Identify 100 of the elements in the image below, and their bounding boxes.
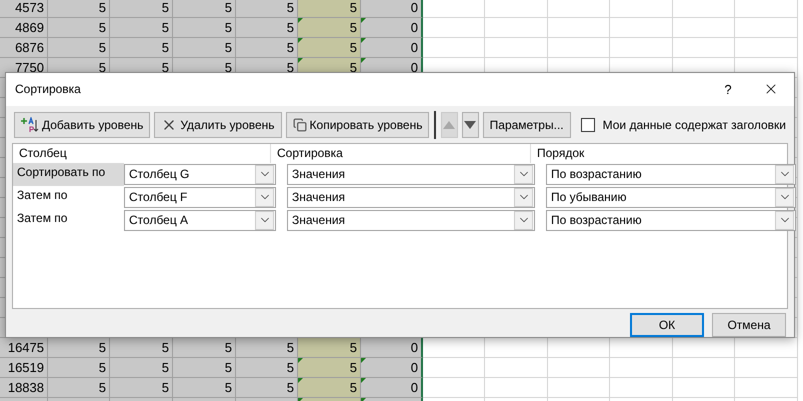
sort-add-icon (21, 116, 39, 133)
table-cell (673, 378, 735, 398)
table-cell (485, 338, 548, 358)
error-triangle-icon (361, 38, 366, 43)
table-cell: 5 (48, 358, 110, 378)
table-cell (610, 18, 673, 38)
table-cell (673, 18, 735, 38)
table-cell (423, 38, 485, 58)
down-triangle-icon (464, 120, 476, 129)
ok-button[interactable]: ОК (630, 313, 704, 337)
table-cell (610, 0, 673, 18)
move-down-button[interactable] (462, 112, 479, 138)
table-cell (548, 38, 610, 58)
table-cell: 5 (298, 18, 361, 38)
table-cell: 5 (110, 378, 173, 398)
table-cell (485, 0, 548, 18)
table-cell: 5 (173, 18, 236, 38)
table-cell: 6876 (0, 38, 48, 58)
table-cell: 5 (110, 18, 173, 38)
table-cell: 5 (236, 338, 298, 358)
table-cell: 5 (173, 338, 236, 358)
table-cell: 0 (361, 18, 423, 38)
copy-icon (292, 118, 307, 132)
table-cell (548, 358, 610, 378)
table-cell: 5 (298, 378, 361, 398)
table-cell (423, 338, 485, 358)
error-triangle-icon (298, 18, 303, 23)
table-cell: 5 (110, 0, 173, 18)
table-cell: 5 (236, 0, 298, 18)
table-cell (673, 0, 735, 18)
error-triangle-icon (361, 18, 366, 23)
table-cell: 0 (361, 378, 423, 398)
level-label[interactable]: Сортировать по (13, 162, 124, 186)
delete-button[interactable]: Удалить уровень (154, 112, 282, 138)
table-cell (423, 378, 485, 398)
table-cell (548, 338, 610, 358)
table-cell (423, 0, 485, 18)
sort-on-select[interactable]: Значения (287, 210, 535, 231)
table-cell (423, 18, 485, 38)
dialog-title: Сортировка (15, 82, 82, 96)
table-cell: 5 (48, 378, 110, 398)
cancel-button[interactable]: Отмена (712, 313, 786, 337)
table-cell: 0 (361, 358, 423, 378)
table-cell (735, 358, 798, 378)
table-cell (610, 378, 673, 398)
table-cell (485, 38, 548, 58)
error-triangle-icon (361, 378, 366, 383)
order-select[interactable]: По убыванию (546, 186, 796, 208)
table-cell: 5 (110, 38, 173, 58)
table-cell: 5 (236, 38, 298, 58)
table-cell: 4573 (0, 0, 48, 18)
error-triangle-icon (298, 38, 303, 43)
column-header: Сортировка (271, 144, 531, 163)
error-triangle-icon (298, 58, 303, 63)
column-select[interactable]: Столбец A (124, 210, 276, 231)
table-cell: 5 (298, 0, 361, 18)
sort-on-select[interactable]: Значения (287, 186, 535, 208)
table-cell: 5 (48, 18, 110, 38)
table-cell: 5 (48, 38, 110, 58)
table-cell (610, 358, 673, 378)
table-cell: 5 (173, 38, 236, 58)
table-cell: 5 (298, 38, 361, 58)
table-cell: 16519 (0, 358, 48, 378)
table-cell: 16475 (0, 338, 48, 358)
table-cell: 0 (361, 38, 423, 58)
table-cell: 0 (361, 338, 423, 358)
checkbox-label: Мои данные содержат заголовки (602, 118, 786, 132)
order-select[interactable]: По возрастанию (546, 210, 796, 231)
table-cell: 5 (48, 338, 110, 358)
column-header: Порядок (536, 144, 586, 162)
level-label[interactable]: Затем по (13, 186, 124, 209)
column-select[interactable]: Столбец F (124, 186, 276, 208)
order-select[interactable]: По возрастанию (546, 164, 796, 185)
add-button[interactable]: Добавить уровень (14, 112, 150, 138)
headers-checkbox[interactable] (580, 118, 595, 132)
error-triangle-icon (361, 58, 366, 63)
table-cell: 4869 (0, 18, 48, 38)
table-cell (735, 38, 798, 58)
level-label[interactable]: Затем по (13, 208, 124, 232)
error-triangle-icon (298, 358, 303, 363)
help-button[interactable]: ? (708, 74, 748, 104)
table-cell (548, 378, 610, 398)
table-cell (735, 18, 798, 38)
table-cell: 0 (361, 0, 423, 18)
table-cell (610, 38, 673, 58)
table-cell: 5 (298, 338, 361, 358)
copy-button[interactable]: Копировать уровень (286, 112, 430, 138)
table-cell: 5 (173, 0, 236, 18)
table-cell (673, 38, 735, 58)
table-cell: 5 (173, 378, 236, 398)
table-cell: 5 (298, 358, 361, 378)
table-cell: 5 (173, 358, 236, 378)
text-button[interactable]: Параметры... (482, 112, 571, 138)
table-cell (548, 0, 610, 18)
sort-on-select[interactable]: Значения (287, 164, 535, 185)
table-cell (485, 378, 548, 398)
table-cell: 5 (236, 358, 298, 378)
column-select[interactable]: Столбец G (124, 164, 276, 185)
table-cell: 5 (110, 338, 173, 358)
table-cell: 5 (110, 358, 173, 378)
